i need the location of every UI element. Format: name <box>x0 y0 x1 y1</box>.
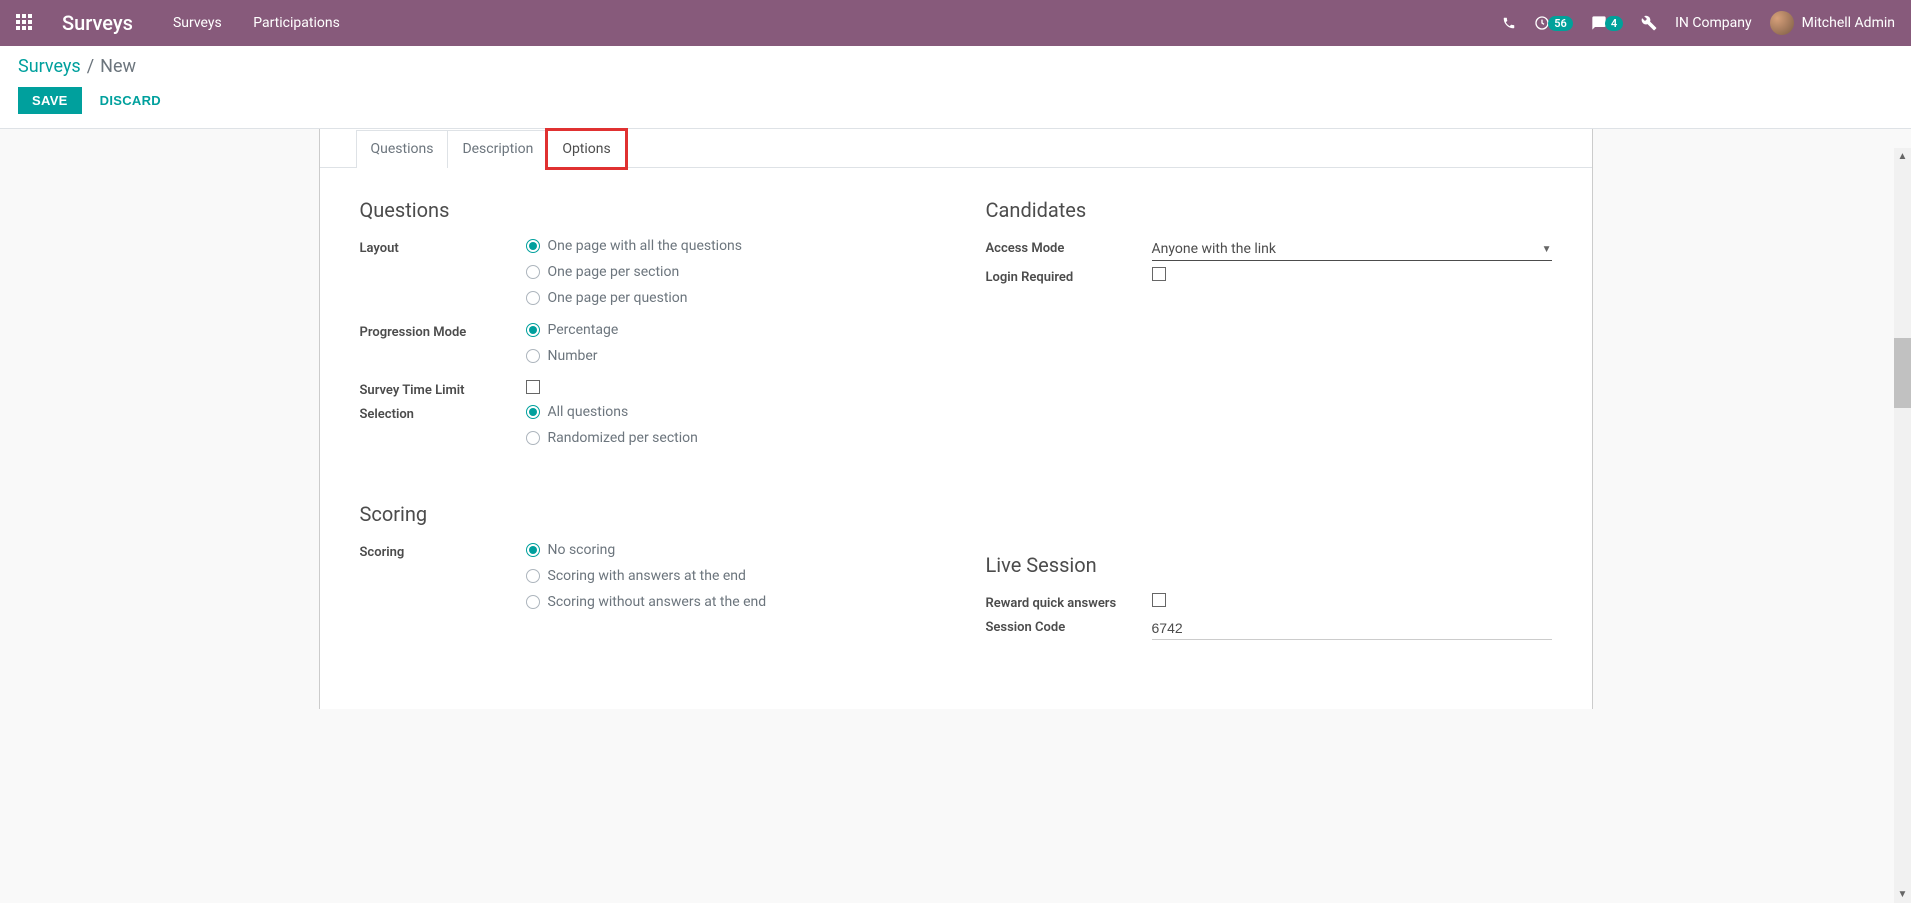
scroll-down-icon[interactable]: ▼ <box>1894 886 1911 903</box>
breadcrumb: Surveys / New <box>18 56 1893 77</box>
radio-icon <box>526 349 540 363</box>
selection-opt-all[interactable]: All questions <box>526 404 926 420</box>
scroll-thumb[interactable] <box>1894 338 1911 408</box>
progression-opt-percentage[interactable]: Percentage <box>526 322 926 338</box>
radio-icon <box>526 405 540 419</box>
reward-label: Reward quick answers <box>986 593 1152 611</box>
radio-icon <box>526 543 540 557</box>
nav-participations[interactable]: Participations <box>253 15 340 31</box>
access-mode-select[interactable]: Anyone with the link ▼ <box>1152 238 1552 261</box>
progression-label: Progression Mode <box>360 322 526 340</box>
breadcrumb-root[interactable]: Surveys <box>18 56 81 77</box>
access-mode-label: Access Mode <box>986 238 1152 256</box>
top-nav: Surveys Participations <box>173 15 368 31</box>
layout-opt-question[interactable]: One page per question <box>526 290 926 306</box>
scoring-opt-withoutans[interactable]: Scoring without answers at the end <box>526 594 926 610</box>
session-code-input[interactable] <box>1152 617 1552 640</box>
radio-icon <box>526 265 540 279</box>
breadcrumb-sep: / <box>87 56 94 77</box>
user-name: Mitchell Admin <box>1802 15 1895 31</box>
messages-icon[interactable]: 4 <box>1591 15 1623 31</box>
user-menu[interactable]: Mitchell Admin <box>1770 11 1895 35</box>
radio-icon <box>526 291 540 305</box>
save-button[interactable]: SAVE <box>18 87 82 114</box>
session-code-label: Session Code <box>986 617 1152 635</box>
debug-icon[interactable] <box>1641 15 1657 31</box>
discard-button[interactable]: DISCARD <box>100 93 161 108</box>
time-limit-label: Survey Time Limit <box>360 380 526 398</box>
scoring-opt-withans[interactable]: Scoring with answers at the end <box>526 568 926 584</box>
form-sheet: Questions Description Options Questions … <box>319 129 1593 709</box>
login-required-label: Login Required <box>986 267 1152 285</box>
login-required-checkbox[interactable] <box>1152 267 1166 281</box>
tabs: Questions Description Options <box>320 129 1592 168</box>
phone-icon[interactable] <box>1502 16 1516 30</box>
subheader: Surveys / New SAVE DISCARD <box>0 46 1911 129</box>
avatar <box>1770 11 1794 35</box>
scoring-opt-none[interactable]: No scoring <box>526 542 926 558</box>
selection-label: Selection <box>360 404 526 422</box>
breadcrumb-current: New <box>100 56 136 77</box>
brand: Surveys <box>62 11 133 35</box>
scroll-up-icon[interactable]: ▲ <box>1894 148 1911 165</box>
layout-opt-all[interactable]: One page with all the questions <box>526 238 926 254</box>
radio-icon <box>526 569 540 583</box>
radio-icon <box>526 239 540 253</box>
selection-opt-random[interactable]: Randomized per section <box>526 430 926 446</box>
layout-opt-section[interactable]: One page per section <box>526 264 926 280</box>
radio-icon <box>526 323 540 337</box>
tab-options[interactable]: Options <box>547 130 625 168</box>
radio-icon <box>526 431 540 445</box>
section-candidates-title: Candidates <box>986 198 1552 222</box>
activities-icon[interactable]: 56 <box>1534 15 1573 31</box>
section-questions-title: Questions <box>360 198 926 222</box>
company-selector[interactable]: IN Company <box>1675 15 1751 31</box>
radio-icon <box>526 595 540 609</box>
tab-description[interactable]: Description <box>447 130 548 168</box>
nav-surveys[interactable]: Surveys <box>173 15 222 31</box>
chevron-down-icon: ▼ <box>1542 244 1552 255</box>
section-live-title: Live Session <box>986 553 1552 577</box>
activities-badge: 56 <box>1548 16 1573 31</box>
messages-badge: 4 <box>1605 16 1623 31</box>
reward-checkbox[interactable] <box>1152 593 1166 607</box>
layout-label: Layout <box>360 238 526 256</box>
apps-icon[interactable] <box>16 14 34 32</box>
time-limit-checkbox[interactable] <box>526 380 540 394</box>
scoring-label: Scoring <box>360 542 526 560</box>
progression-opt-number[interactable]: Number <box>526 348 926 364</box>
section-scoring-title: Scoring <box>360 502 926 526</box>
topbar: Surveys Surveys Participations 56 4 IN C… <box>0 0 1911 46</box>
tab-questions[interactable]: Questions <box>356 130 449 168</box>
scrollbar[interactable]: ▲ ▼ <box>1894 148 1911 903</box>
